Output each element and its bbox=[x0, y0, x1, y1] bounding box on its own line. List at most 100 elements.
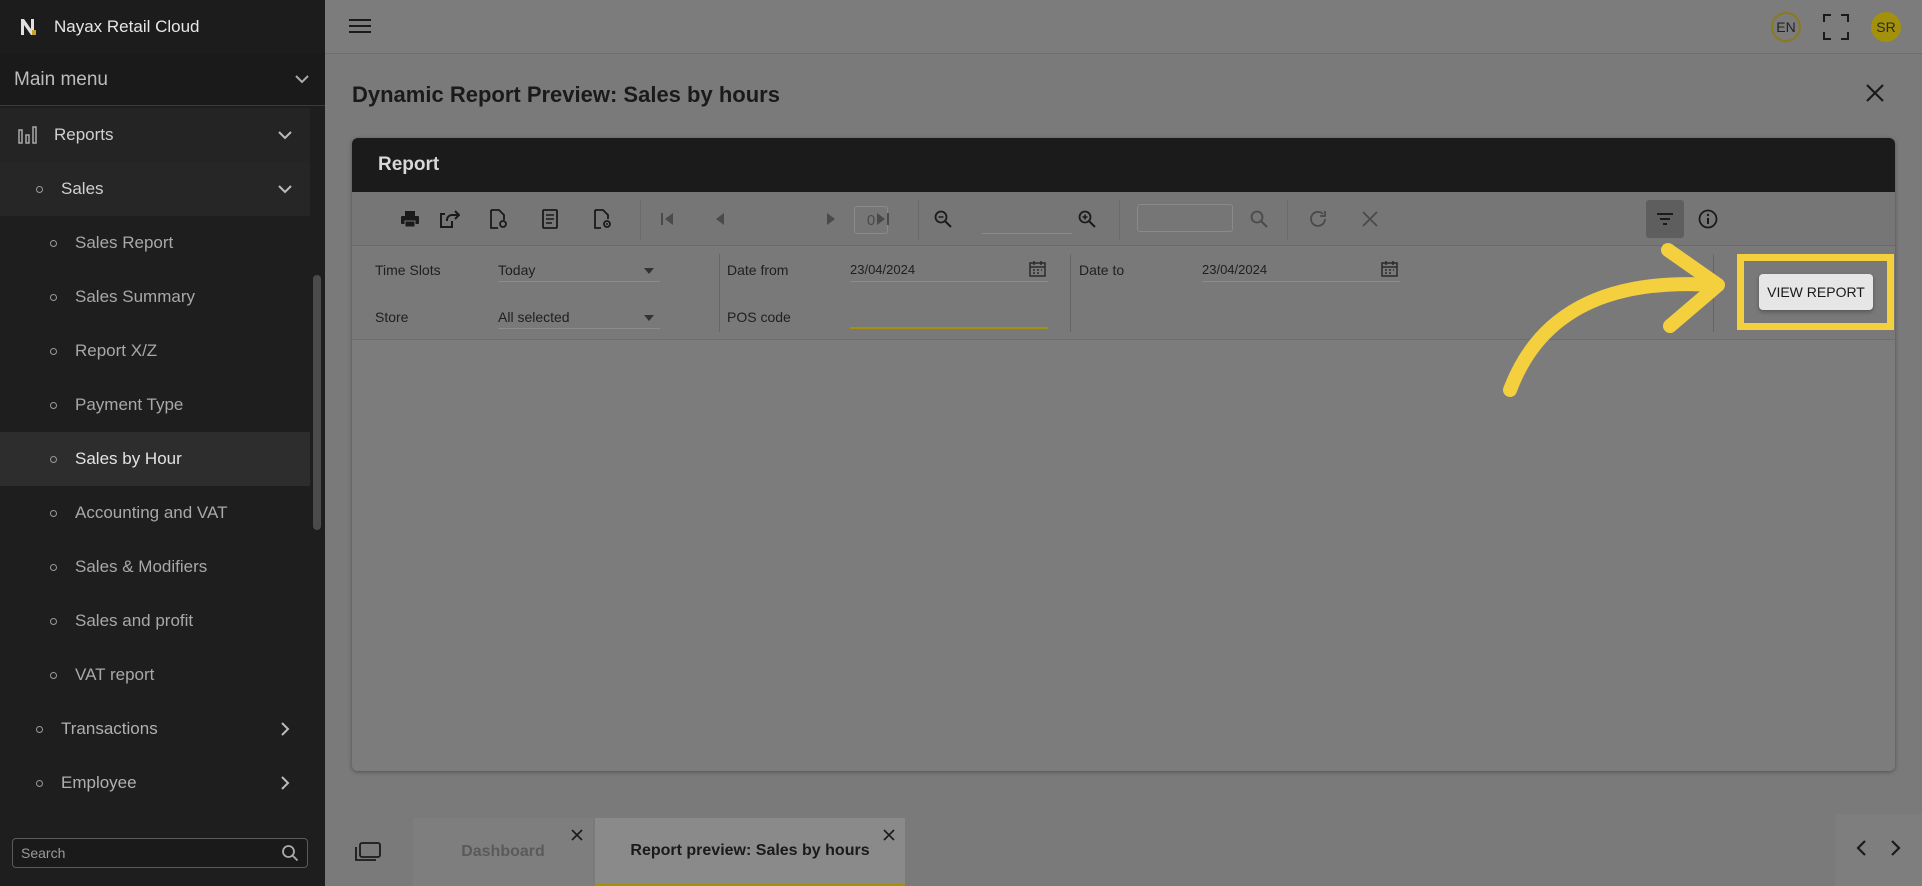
sidebar-item-label: Reports bbox=[54, 125, 114, 144]
bullet-icon bbox=[50, 509, 57, 517]
last-page-icon[interactable] bbox=[870, 206, 896, 232]
bullet-icon bbox=[50, 671, 57, 679]
export-icon[interactable] bbox=[437, 206, 463, 232]
sidebar-item-payment-type[interactable]: Payment Type bbox=[0, 378, 310, 432]
report-header: Report bbox=[352, 138, 1895, 192]
bullet-icon bbox=[36, 185, 43, 193]
toolbar-divider bbox=[918, 200, 919, 240]
user-avatar[interactable]: SR bbox=[1871, 12, 1901, 42]
top-bar: EN SR bbox=[325, 0, 1922, 54]
sidebar-item-label: Sales by Hour bbox=[75, 449, 182, 468]
store-select[interactable]: All selected bbox=[498, 305, 660, 329]
refresh-icon[interactable] bbox=[1305, 206, 1331, 232]
pos-code-input[interactable] bbox=[850, 305, 1048, 329]
report-card: Report 0 Time Slots Today Store All sele… bbox=[352, 138, 1895, 771]
bullet-icon bbox=[50, 401, 57, 409]
sidebar-item-accounting-vat[interactable]: Accounting and VAT bbox=[0, 486, 310, 540]
time-slots-label: Time Slots bbox=[375, 262, 441, 278]
first-page-icon[interactable] bbox=[654, 206, 680, 232]
sidebar-search bbox=[12, 838, 308, 868]
sidebar-item-label: VAT report bbox=[75, 665, 155, 684]
sidebar-item-sales-summary[interactable]: Sales Summary bbox=[0, 270, 310, 324]
close-icon[interactable] bbox=[571, 828, 583, 846]
toolbar-divider bbox=[640, 200, 641, 240]
param-divider bbox=[719, 254, 720, 332]
bullet-icon bbox=[50, 239, 57, 247]
fullscreen-icon[interactable] bbox=[1823, 14, 1849, 45]
file-options-icon[interactable] bbox=[589, 206, 615, 232]
sidebar-item-sales-report[interactable]: Sales Report bbox=[0, 216, 310, 270]
document-icon[interactable] bbox=[537, 206, 563, 232]
file-settings-icon[interactable] bbox=[485, 206, 511, 232]
page-title: Dynamic Report Preview: Sales by hours bbox=[352, 82, 780, 107]
chevron-down-icon bbox=[293, 71, 311, 89]
date-to-input[interactable]: 23/04/2024 bbox=[1202, 258, 1400, 282]
calendar-icon[interactable] bbox=[1029, 260, 1046, 280]
search-text-input[interactable] bbox=[1137, 204, 1233, 232]
sidebar-item-employee[interactable]: Employee bbox=[0, 756, 310, 810]
date-from-input[interactable]: 23/04/2024 bbox=[850, 258, 1048, 282]
date-to-value: 23/04/2024 bbox=[1202, 262, 1268, 277]
sidebar-item-label: Sales and profit bbox=[75, 611, 194, 630]
sidebar-item-label: Sales & Modifiers bbox=[75, 557, 208, 576]
main-menu-toggle[interactable]: Main menu bbox=[0, 54, 325, 106]
caret-down-icon bbox=[644, 268, 654, 274]
brand: Nayax Retail Cloud bbox=[0, 0, 325, 54]
date-from-value: 23/04/2024 bbox=[850, 262, 916, 277]
param-divider bbox=[1070, 254, 1071, 332]
sidebar-scrollbar[interactable] bbox=[313, 275, 321, 530]
sidebar-item-transactions[interactable]: Transactions bbox=[0, 702, 310, 756]
chevron-right-icon[interactable] bbox=[1891, 839, 1901, 861]
close-icon[interactable] bbox=[883, 828, 895, 846]
pos-code-label: POS code bbox=[727, 309, 791, 325]
bottom-tab-bar: Dashboard Report preview: Sales by hours bbox=[325, 814, 1922, 886]
sidebar-item-report-xz[interactable]: Report X/Z bbox=[0, 324, 310, 378]
sidebar-item-label: Payment Type bbox=[75, 395, 184, 414]
chevron-left-icon[interactable] bbox=[1856, 839, 1866, 861]
tab-navigation bbox=[1835, 814, 1922, 886]
bullet-icon bbox=[50, 617, 57, 625]
cancel-icon[interactable] bbox=[1357, 206, 1383, 232]
bullet-icon bbox=[50, 455, 57, 463]
info-icon[interactable] bbox=[1695, 206, 1721, 232]
search-input[interactable] bbox=[21, 845, 281, 861]
view-report-button[interactable]: VIEW REPORT bbox=[1759, 274, 1873, 310]
tab-dashboard[interactable]: Dashboard bbox=[413, 818, 593, 886]
date-from-label: Date from bbox=[727, 262, 789, 278]
sidebar-item-label: Report X/Z bbox=[75, 341, 158, 360]
calendar-icon[interactable] bbox=[1381, 260, 1398, 280]
store-value: All selected bbox=[498, 309, 570, 325]
zoom-level-select[interactable] bbox=[982, 206, 1072, 234]
bullet-icon bbox=[50, 347, 57, 355]
bullet-icon bbox=[36, 725, 43, 733]
print-icon[interactable] bbox=[397, 206, 423, 232]
zoom-in-icon[interactable] bbox=[1074, 206, 1100, 232]
prev-page-icon[interactable] bbox=[707, 206, 733, 232]
hamburger-menu-icon[interactable] bbox=[349, 17, 371, 40]
tab-report-preview[interactable]: Report preview: Sales by hours bbox=[595, 818, 905, 886]
search-icon[interactable] bbox=[281, 844, 299, 862]
time-slots-select[interactable]: Today bbox=[498, 258, 660, 282]
main-menu-label: Main menu bbox=[14, 68, 108, 90]
next-page-icon[interactable] bbox=[818, 206, 844, 232]
zoom-out-icon[interactable] bbox=[930, 206, 956, 232]
chevron-down-icon bbox=[276, 126, 294, 144]
sidebar-item-vat-report[interactable]: VAT report bbox=[0, 648, 310, 702]
bullet-icon bbox=[36, 779, 43, 787]
chevron-right-icon bbox=[276, 720, 294, 738]
time-slots-value: Today bbox=[498, 262, 536, 278]
tab-label: Report preview: Sales by hours bbox=[630, 841, 870, 859]
language-button[interactable]: EN bbox=[1771, 12, 1801, 42]
sidebar-item-sales[interactable]: Sales bbox=[0, 162, 310, 216]
sidebar-item-sales-by-hour[interactable]: Sales by Hour bbox=[0, 432, 310, 486]
sidebar-item-sales-modifiers[interactable]: Sales & Modifiers bbox=[0, 540, 310, 594]
nayax-logo-icon bbox=[18, 16, 40, 38]
sidebar-item-sales-profit[interactable]: Sales and profit bbox=[0, 594, 310, 648]
filter-button[interactable] bbox=[1646, 200, 1684, 238]
sidebar-item-label: Transactions bbox=[61, 719, 158, 738]
windows-icon[interactable] bbox=[355, 842, 381, 867]
sidebar-item-label: Sales Report bbox=[75, 233, 174, 252]
search-icon[interactable] bbox=[1246, 206, 1272, 232]
close-icon[interactable] bbox=[1866, 84, 1884, 107]
sidebar-item-reports[interactable]: Reports bbox=[0, 108, 310, 162]
